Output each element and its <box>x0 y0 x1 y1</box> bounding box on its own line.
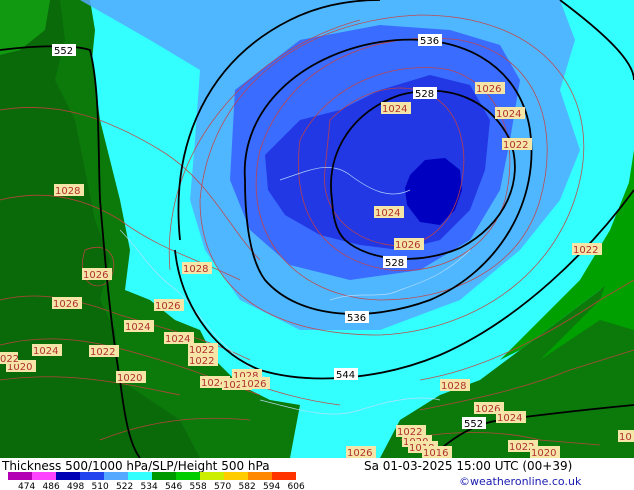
scale-swatch <box>152 472 176 480</box>
isobar-label: 1026 <box>476 84 501 95</box>
isobar-label: 1028 <box>183 264 208 275</box>
scale-label: 558 <box>190 482 207 490</box>
scale-label: 546 <box>165 482 182 490</box>
isobar-label: 1022 <box>189 356 214 367</box>
scale-swatch <box>272 472 296 480</box>
site-credit: ©weatheronline.co.uk <box>459 475 582 488</box>
scale-label: 522 <box>116 482 133 490</box>
isobar-label: 1024 <box>165 334 190 345</box>
scale-swatch <box>104 472 128 480</box>
height-label-528-top: 528 <box>415 89 434 100</box>
scale-swatch <box>32 472 56 480</box>
isobar-label: 1024 <box>125 322 150 333</box>
isobar-label: 10 <box>619 432 632 443</box>
isobar-label: 1026 <box>53 299 78 310</box>
isobar-label: 1028 <box>55 186 80 197</box>
height-label-544: 544 <box>336 370 355 381</box>
isobar-label: 1016 <box>423 448 448 459</box>
scale-label: 582 <box>239 482 256 490</box>
isobar-label: 1020 <box>117 373 142 384</box>
scale-label: 534 <box>141 482 158 490</box>
height-label-552-west: 552 <box>54 46 73 57</box>
isobar-label: 1022 <box>90 347 115 358</box>
isobar-label: 1026 <box>347 448 372 459</box>
scale-label: 606 <box>288 482 305 490</box>
isobar-label: 1024 <box>375 208 400 219</box>
scale-label: 474 <box>18 482 35 490</box>
height-label-528-bottom: 528 <box>385 258 404 269</box>
scale-label: 486 <box>43 482 60 490</box>
scale-swatch <box>8 472 32 480</box>
isobar-label: 1024 <box>382 104 407 115</box>
height-label-536-top: 536 <box>420 36 439 47</box>
scale-swatch <box>176 472 200 480</box>
isobar-label: 022 <box>0 354 19 365</box>
scale-swatch <box>128 472 152 480</box>
scale-label: 570 <box>214 482 231 490</box>
isobar-label: 1024 <box>497 413 522 424</box>
color-scale: 474 486 498 510 522 534 546 558 570 582 594 606 <box>8 472 305 490</box>
scale-swatch <box>80 472 104 480</box>
height-label-552-south: 552 <box>464 419 483 430</box>
isobar-label: 1022 <box>573 245 598 256</box>
weather-map: 552 536 528 528 536 544 552 1026 1024 10… <box>0 0 634 490</box>
scale-swatch <box>56 472 80 480</box>
scale-label: 510 <box>92 482 109 490</box>
height-label-536-bottom: 536 <box>347 313 366 324</box>
scale-label: 498 <box>67 482 84 490</box>
scale-swatch <box>224 472 248 480</box>
isobar-label: 1024 <box>496 109 521 120</box>
valid-time: Sa 01-03-2025 15:00 UTC (00+39) <box>364 459 573 473</box>
isobar-label: 1026 <box>83 270 108 281</box>
scale-label: 594 <box>263 482 280 490</box>
isobar-label: 1024 <box>33 346 58 357</box>
isobar-label: 1022 <box>503 140 528 151</box>
isobar-label: 1026 <box>395 240 420 251</box>
isobar-label: 1026 <box>155 301 180 312</box>
isobar-label: 1028 <box>441 381 466 392</box>
isobar-label: 1026 <box>241 379 266 390</box>
isobar-label: 1020 <box>531 448 556 459</box>
scale-swatch <box>248 472 272 480</box>
scale-swatch <box>200 472 224 480</box>
